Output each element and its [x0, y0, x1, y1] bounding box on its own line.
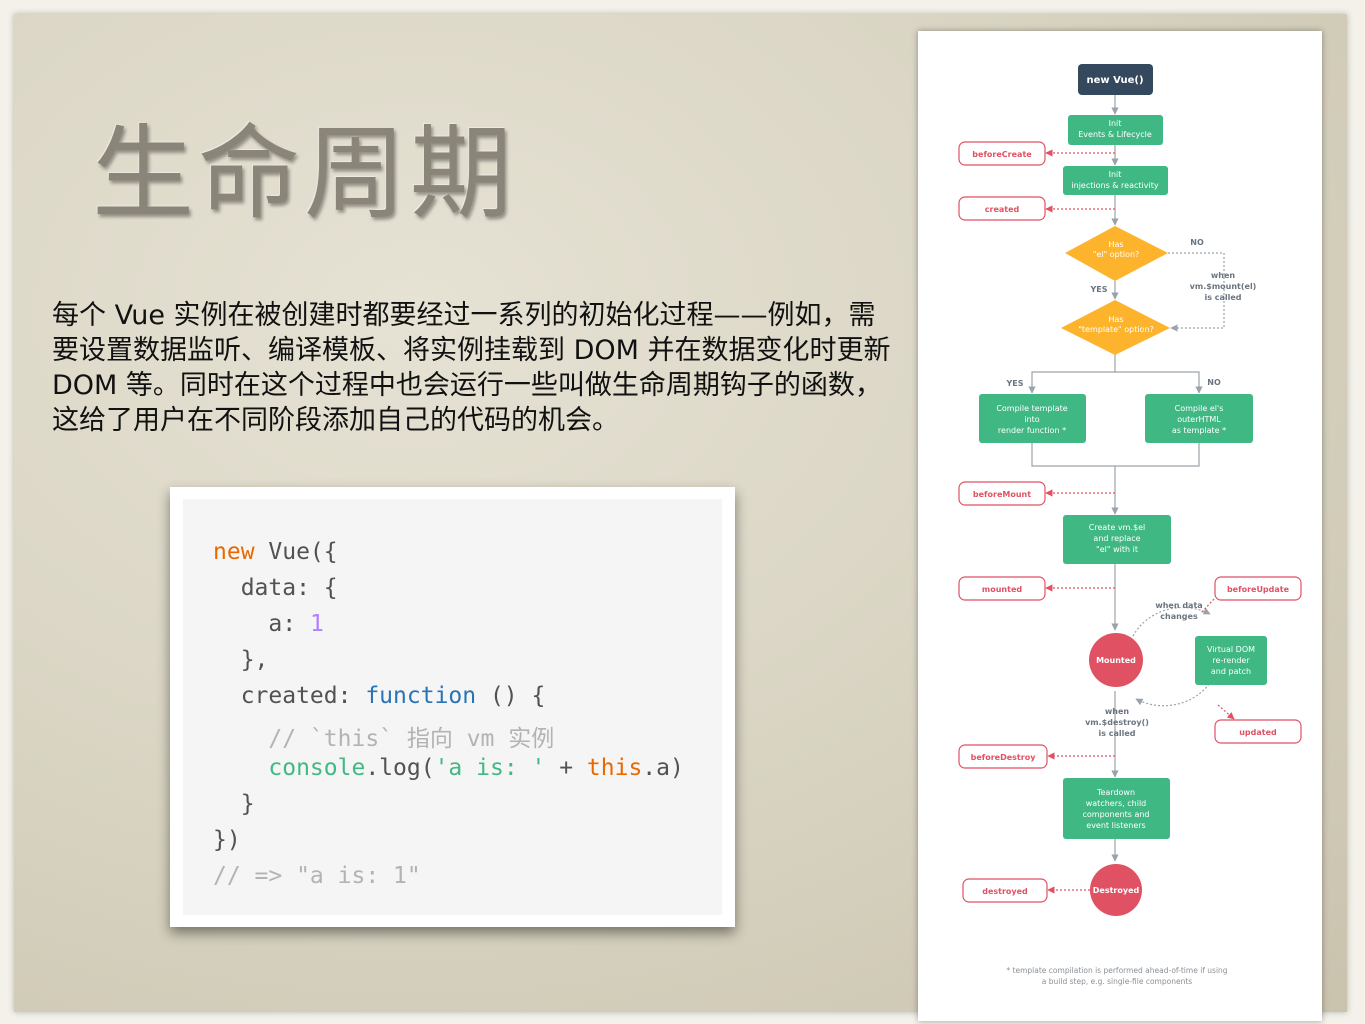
- init-events-label-2: Events & Lifecycle: [1078, 130, 1152, 139]
- teardown-label-3: components and: [1082, 810, 1149, 819]
- code-line-3: a: 1: [213, 611, 324, 637]
- hook-mounted: mounted: [982, 585, 1022, 594]
- when-mount-label-3: is called: [1204, 293, 1241, 302]
- virtual-dom-label-2: re-render: [1212, 656, 1250, 665]
- init-events-label-1: Init: [1109, 119, 1122, 128]
- hook-before-mount: beforeMount: [973, 490, 1031, 499]
- code-token: () {: [476, 683, 546, 709]
- hook-destroyed: destroyed: [982, 887, 1028, 896]
- compile-template-label-1: Compile template: [996, 404, 1067, 413]
- has-el-label-2: "el" option?: [1093, 250, 1140, 259]
- code-line-7: console.log('a is: ' + this.a): [213, 755, 684, 781]
- has-template-label-1: Has: [1108, 315, 1123, 324]
- code-line-4: },: [213, 647, 269, 673]
- slide-title: 生命周期: [92, 115, 516, 234]
- when-mount-label-2: vm.$mount(el): [1190, 282, 1257, 291]
- when-destroy-label-1: when: [1105, 707, 1130, 716]
- compile-outer-label-3: as template *: [1172, 426, 1226, 435]
- slide-description: 每个 Vue 实例在被创建时都要经过一系列的初始化过程——例如，需要设置数据监听…: [52, 300, 891, 436]
- code-token-new: new: [213, 539, 255, 565]
- when-data-label-2: changes: [1160, 612, 1198, 621]
- when-data-label-1: when data: [1155, 601, 1202, 610]
- new-vue-label: new Vue(): [1086, 75, 1143, 86]
- create-el-label-3: "el" with it: [1096, 545, 1138, 554]
- compile-template-label-3: render function *: [998, 426, 1066, 435]
- code-token: a:: [213, 611, 310, 637]
- code-line-8: }: [213, 791, 255, 817]
- code-token: .log(: [365, 755, 435, 781]
- teardown-label-1: Teardown: [1096, 788, 1135, 797]
- code-token-console: console: [213, 755, 366, 781]
- teardown-label-2: watchers, child: [1086, 799, 1147, 808]
- code-token-number: 1: [309, 611, 324, 637]
- when-destroy-label-3: is called: [1098, 729, 1135, 738]
- footnote-line-2: a build step, e.g. single-file component…: [1042, 977, 1192, 986]
- code-line-1: new Vue({: [213, 539, 338, 565]
- footnote-line-1: * template compilation is performed ahea…: [1006, 966, 1227, 975]
- has-el-label-1: Has: [1108, 240, 1123, 249]
- hook-before-update: beforeUpdate: [1227, 585, 1290, 594]
- destroyed-state-label: Destroyed: [1093, 886, 1140, 895]
- mounted-state-label: Mounted: [1096, 656, 1136, 665]
- create-el-label-2: and replace: [1093, 534, 1140, 543]
- yes-label-el: YES: [1089, 285, 1107, 294]
- yes-label-template: YES: [1005, 379, 1023, 388]
- code-line-5: created: function () {: [213, 683, 546, 709]
- compile-template-label-2: into: [1024, 415, 1039, 424]
- compile-outer-label-2: outerHTML: [1177, 415, 1221, 424]
- flow-lines: [1028, 95, 1203, 862]
- code-token-function: function: [365, 683, 477, 709]
- hook-created: created: [985, 205, 1020, 214]
- hook-updated: updated: [1239, 728, 1277, 737]
- code-line-2: data: {: [213, 575, 338, 601]
- code-block: new Vue({ data: { a: 1 }, created: funct…: [183, 499, 722, 915]
- lifecycle-diagram-svg: new Vue() Init Events & Lifecycle Init i…: [958, 64, 1302, 986]
- virtual-dom-label-1: Virtual DOM: [1207, 645, 1255, 654]
- init-injections-label-1: Init: [1109, 170, 1122, 179]
- code-token: Vue({: [254, 539, 338, 565]
- code-line-10-comment: // => "a is: 1": [213, 863, 421, 889]
- code-token: .a): [642, 755, 684, 781]
- lifecycle-diagram: new Vue() Init Events & Lifecycle Init i…: [918, 31, 1322, 1021]
- virtual-dom-label-3: and patch: [1211, 667, 1251, 676]
- compile-outer-label-1: Compile el's: [1175, 404, 1224, 413]
- hook-before-create: beforeCreate: [972, 150, 1032, 159]
- code-example-frame: new Vue({ data: { a: 1 }, created: funct…: [170, 487, 735, 927]
- code-token-string: 'a is: ': [434, 755, 546, 781]
- code-token: created:: [213, 683, 366, 709]
- no-label-el: NO: [1190, 238, 1204, 247]
- code-line-6-comment: // `this` 指向 vm 实例: [213, 726, 555, 752]
- when-destroy-label-2: vm.$destroy(): [1085, 718, 1149, 727]
- code-token-this: this: [586, 755, 643, 781]
- create-el-label-1: Create vm.$el: [1089, 523, 1145, 532]
- init-injections-label-2: injections & reactivity: [1071, 181, 1158, 190]
- no-label-template: NO: [1207, 378, 1221, 387]
- teardown-label-4: event listeners: [1086, 821, 1145, 830]
- hook-before-destroy: beforeDestroy: [971, 753, 1037, 762]
- has-template-label-2: "template" option?: [1078, 325, 1154, 334]
- code-line-9: }): [213, 827, 241, 853]
- code-token: +: [545, 755, 587, 781]
- when-mount-label-1: when: [1211, 271, 1236, 280]
